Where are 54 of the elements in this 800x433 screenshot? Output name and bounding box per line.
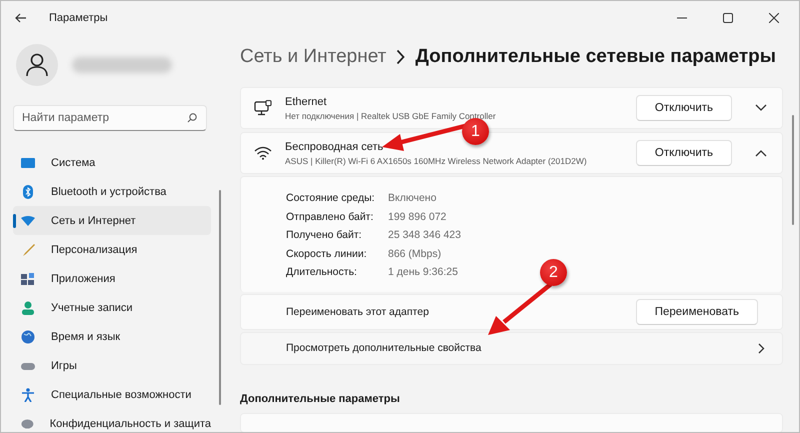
maximize-icon[interactable] <box>723 13 733 23</box>
accessibility-icon <box>21 388 35 402</box>
chevron-right-icon <box>758 342 765 354</box>
annotation-arrow <box>488 283 552 335</box>
detail-value: 1 день 9:36:25 <box>388 266 458 278</box>
chevron-down-icon[interactable] <box>755 104 767 112</box>
back-arrow-icon[interactable] <box>15 13 27 23</box>
adapter-description: Нет подключения | Realtek USB GbE Family Controller <box>285 110 497 120</box>
section-heading: Дополнительные параметры <box>240 392 401 404</box>
nav-item[interactable]: Сеть и Интернет <box>13 206 211 235</box>
adapter-name: Ethernet <box>285 96 328 108</box>
more-properties-row[interactable]: Просмотреть дополнительные свойства <box>240 332 783 364</box>
globe-icon <box>21 330 35 344</box>
bluetooth-icon <box>21 184 35 198</box>
adapter-description: ASUS | Killer(R) Wi-Fi 6 AX1650s 160MHz Wireless Network Adapter (201D2W) <box>285 156 588 166</box>
detail-value: Включено <box>388 192 436 204</box>
monitor-icon <box>254 100 272 116</box>
close-icon[interactable] <box>769 13 779 23</box>
detail-label: Длительность: <box>286 266 358 278</box>
brush-icon <box>21 242 35 256</box>
nav-item[interactable]: Время и язык <box>13 322 211 351</box>
chevron-right-icon <box>396 49 406 65</box>
nav-item[interactable]: Игры <box>13 351 211 380</box>
nav-item[interactable]: Учетные записи <box>13 293 211 322</box>
detail-label: Получено байт: <box>286 229 363 242</box>
chevron-up-icon[interactable] <box>755 149 767 157</box>
disconnect-button[interactable]: Отключить <box>636 95 732 121</box>
rename-button[interactable]: Переименовать <box>636 298 758 324</box>
nav-item[interactable]: Приложения <box>13 264 211 293</box>
page-title: Дополнительные сетевые параметры <box>415 46 776 68</box>
search-icon <box>187 113 197 123</box>
disconnect-button[interactable]: Отключить <box>636 140 732 166</box>
window-title: Параметры <box>49 12 108 24</box>
search-field[interactable]: Найти параметр <box>13 105 207 131</box>
nav-item[interactable]: Bluetooth и устройства <box>13 177 211 206</box>
adapter-name: Беспроводная сеть <box>285 140 384 152</box>
breadcrumb-parent[interactable]: Сеть и Интернет <box>240 46 386 68</box>
detail-value: 25 348 346 423 <box>388 229 461 242</box>
nav-item[interactable]: Персонализация <box>13 235 211 264</box>
rename-label: Переименовать этот адаптер <box>286 306 429 318</box>
apps-icon <box>21 272 35 286</box>
monitor-icon <box>21 156 35 170</box>
wifi-icon <box>254 146 272 160</box>
detail-label: Скорость линии: <box>286 248 368 260</box>
detail-value: 866 (Mbps) <box>388 248 442 260</box>
detail-label: Отправлено байт: <box>286 210 374 223</box>
avatar <box>16 44 58 86</box>
nav-item[interactable]: Конфиденциальность и защита <box>13 409 211 432</box>
nav-item[interactable]: Специальные возможности <box>13 380 211 409</box>
person-icon <box>21 300 35 314</box>
wifi-icon <box>21 214 35 228</box>
detail-label: Состояние среды: <box>286 192 376 204</box>
nav-item[interactable]: Система <box>13 148 211 177</box>
detail-value: 199 896 072 <box>388 210 446 223</box>
